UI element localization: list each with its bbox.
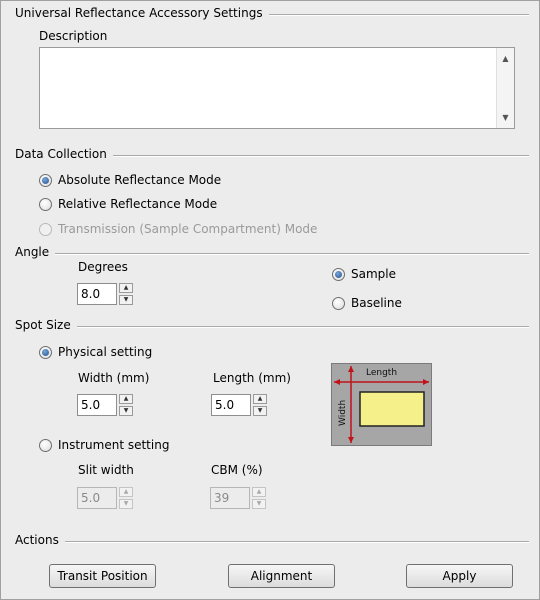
physical-setting-label: Physical setting (58, 345, 153, 359)
spot-size-diagram: Length Width (331, 363, 432, 446)
width-arrow-down-icon (348, 437, 354, 443)
radio-selected-icon (332, 267, 345, 281)
spin-up-icon: ▲ (119, 487, 133, 497)
dialog-frame: Universal Reflectance Accessory Settings… (0, 0, 540, 600)
sample-area-rect (359, 391, 425, 427)
spin-down-icon[interactable]: ▼ (253, 406, 267, 416)
width-label: Width (mm) (78, 371, 150, 385)
slit-width-input: 5.0 (77, 487, 117, 509)
length-input[interactable]: 5.0 (211, 394, 251, 416)
relative-reflectance-radio[interactable]: Relative Reflectance Mode (39, 197, 217, 211)
data-collection-heading: Data Collection (15, 147, 113, 161)
diagram-length-label: Length (366, 368, 397, 378)
radio-unselected-icon (39, 197, 52, 211)
scroll-up-icon[interactable]: ▲ (497, 50, 514, 67)
radio-selected-icon (39, 345, 52, 359)
dialog-title: Universal Reflectance Accessory Settings (15, 6, 269, 20)
length-stepper[interactable]: 5.0 ▲ ▼ (211, 394, 267, 416)
description-scrollbar[interactable]: ▲ ▼ (496, 48, 514, 128)
radio-unselected-icon (39, 438, 52, 452)
width-stepper[interactable]: 5.0 ▲ ▼ (77, 394, 133, 416)
length-arrow-left-icon (334, 379, 340, 385)
description-label: Description (39, 29, 108, 43)
spin-up-icon[interactable]: ▲ (253, 394, 267, 404)
radio-unselected-icon (332, 296, 345, 310)
spin-up-icon[interactable]: ▲ (119, 394, 133, 404)
sample-radio[interactable]: Sample (332, 267, 396, 281)
sample-label: Sample (351, 267, 396, 281)
slit-width-label: Slit width (78, 463, 134, 477)
transmission-mode-radio: Transmission (Sample Compartment) Mode (39, 222, 317, 236)
spin-up-icon[interactable]: ▲ (119, 283, 133, 293)
actions-heading: Actions (15, 533, 65, 547)
relative-reflectance-label: Relative Reflectance Mode (58, 197, 218, 211)
apply-button[interactable]: Apply (406, 564, 513, 588)
degrees-stepper[interactable]: 8.0 ▲ ▼ (77, 283, 133, 305)
diagram-width-label: Width (338, 400, 348, 426)
baseline-label: Baseline (351, 296, 402, 310)
absolute-reflectance-label: Absolute Reflectance Mode (58, 173, 222, 187)
degrees-input[interactable]: 8.0 (77, 283, 117, 305)
physical-setting-radio[interactable]: Physical setting (39, 345, 152, 359)
spin-down-icon[interactable]: ▼ (119, 406, 133, 416)
length-label: Length (mm) (213, 371, 291, 385)
spin-down-icon: ▼ (119, 499, 133, 509)
cbm-label: CBM (%) (211, 463, 263, 477)
scroll-down-icon[interactable]: ▼ (497, 109, 514, 126)
radio-disabled-icon (39, 222, 52, 236)
actions-divider (15, 541, 529, 543)
width-input[interactable]: 5.0 (77, 394, 117, 416)
instrument-setting-label: Instrument setting (58, 438, 170, 452)
angle-divider (15, 253, 529, 255)
radio-selected-icon (39, 173, 52, 187)
spin-up-icon: ▲ (252, 487, 266, 497)
spot-diagram-graphic: Length Width (334, 366, 429, 443)
spin-down-icon[interactable]: ▼ (119, 295, 133, 305)
length-arrow-right-icon (423, 379, 429, 385)
alignment-button[interactable]: Alignment (228, 564, 335, 588)
absolute-reflectance-radio[interactable]: Absolute Reflectance Mode (39, 173, 221, 187)
transit-position-button[interactable]: Transit Position (49, 564, 156, 588)
slit-width-stepper: 5.0 ▲ ▼ (77, 487, 133, 509)
description-textarea[interactable]: ▲ ▼ (39, 47, 515, 129)
baseline-radio[interactable]: Baseline (332, 296, 402, 310)
degrees-label: Degrees (78, 260, 128, 274)
width-arrow-up-icon (348, 366, 354, 372)
cbm-stepper: 39 ▲ ▼ (210, 487, 266, 509)
transmission-mode-label: Transmission (Sample Compartment) Mode (58, 222, 318, 236)
spin-down-icon: ▼ (252, 499, 266, 509)
cbm-input: 39 (210, 487, 250, 509)
spot-size-divider (15, 326, 529, 328)
spot-size-heading: Spot Size (15, 318, 77, 332)
angle-heading: Angle (15, 245, 56, 259)
instrument-setting-radio[interactable]: Instrument setting (39, 438, 169, 452)
